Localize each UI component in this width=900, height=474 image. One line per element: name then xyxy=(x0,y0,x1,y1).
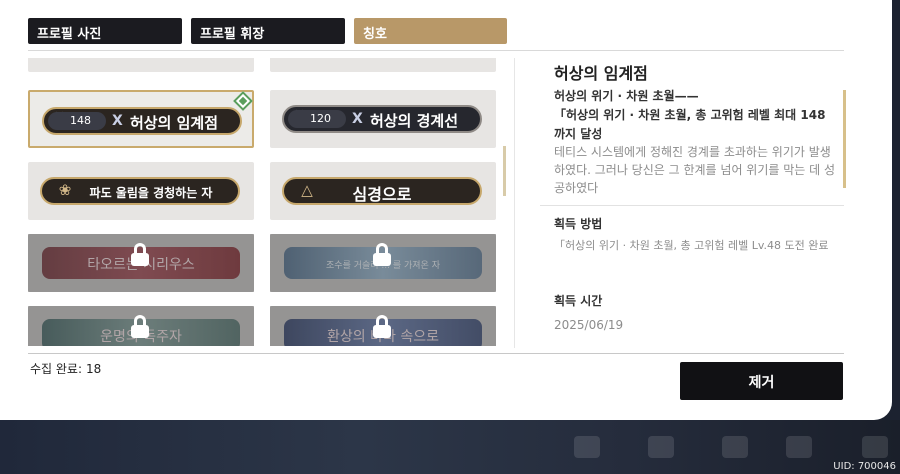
compass-icon[interactable] xyxy=(648,436,674,458)
title-name: 파도 울림을 경청하는 자 xyxy=(89,186,213,200)
title-name: 허상의 임계점 xyxy=(130,114,219,132)
divider xyxy=(28,50,844,51)
title-badge: △ 심경으로 xyxy=(282,177,482,205)
lock-icon xyxy=(131,315,149,338)
title-name: 심경으로 xyxy=(352,185,412,204)
tab-profile-emblem[interactable]: 프로필 휘장 xyxy=(191,18,345,44)
lock-icon xyxy=(373,315,391,338)
time-value: 2025/06/19 xyxy=(554,318,624,332)
tab-profile-photo[interactable]: 프로필 사진 xyxy=(28,18,182,44)
lock-icon xyxy=(373,243,391,266)
title-level: 120 xyxy=(288,110,346,128)
detail-source-line: 「허상의 위기 · 차원 초월, 총 고위험 레벨 최대 148까지 달성 xyxy=(554,108,826,141)
detail-accent-bar xyxy=(843,90,846,188)
box-icon[interactable] xyxy=(786,436,812,458)
obtain-heading: 획득 방법 xyxy=(554,217,603,231)
title-card[interactable] xyxy=(28,58,254,72)
detail-description: 테티스 시스템에게 정해진 경계를 초과하는 위기가 발생하였다. 그러나 당신… xyxy=(554,145,836,195)
title-card[interactable] xyxy=(270,58,496,72)
title-card[interactable]: △ 심경으로 xyxy=(270,162,496,220)
gear-icon[interactable] xyxy=(862,436,888,458)
time-heading: 획득 시간 xyxy=(554,294,603,308)
title-grid: ✦✦ 148 Ⅹ 허상의 임계점 ✦✦ 120 Ⅹ 허상의 경계선 ❀ 파도 울… xyxy=(28,58,496,346)
dimension-icon: Ⅹ xyxy=(112,113,123,129)
title-card-locked[interactable]: 타오르는 시리우스 xyxy=(28,234,254,292)
tab-titles[interactable]: 칭호 xyxy=(354,18,507,44)
mail-icon[interactable] xyxy=(574,436,600,458)
title-level: 148 xyxy=(48,112,106,130)
dimension-icon: Ⅹ xyxy=(352,111,363,127)
detail-source-line: 허상의 위기 · 차원 초월—— xyxy=(554,89,699,103)
title-card-selected[interactable]: ✦✦ 148 Ⅹ 허상의 임계점 xyxy=(28,90,254,148)
divider xyxy=(514,58,515,348)
detail-source: 허상의 위기 · 차원 초월—— 「허상의 위기 · 차원 초월, 총 고위험 … xyxy=(554,87,834,144)
profile-panel: 프로필 사진 프로필 휘장 칭호 ✦✦ 148 Ⅹ 허상의 임계점 ✦✦ 120… xyxy=(0,0,892,420)
collection-count-value: 18 xyxy=(86,362,102,376)
obtain-value: 「허상의 위기 · 차원 초월, 총 고위험 레벨 Lv.48 도전 완료 xyxy=(554,239,829,252)
title-badge: ✦✦ 120 Ⅹ 허상의 경계선 xyxy=(282,105,482,133)
divider xyxy=(540,205,844,206)
detail-title: 허상의 임계점 xyxy=(554,64,648,83)
lock-icon xyxy=(131,243,149,266)
remove-button[interactable]: 제거 xyxy=(680,362,843,400)
collection-count-label: 수집 완료: xyxy=(30,362,83,376)
divider xyxy=(28,353,844,354)
title-name: 허상의 경계선 xyxy=(370,112,459,130)
equipped-check-icon xyxy=(233,91,253,111)
grid-scrollbar[interactable] xyxy=(503,146,506,196)
title-badge: ✦✦ 148 Ⅹ 허상의 임계점 xyxy=(42,107,242,135)
title-card-locked[interactable]: 조수를 거슬러 ... 를 가져온 자 xyxy=(270,234,496,292)
collection-count: 수집 완료: 18 xyxy=(30,360,101,377)
title-card[interactable]: ✦✦ 120 Ⅹ 허상의 경계선 xyxy=(270,90,496,148)
title-badge: ❀ 파도 울림을 경청하는 자 xyxy=(40,177,240,205)
background-strip xyxy=(0,420,900,474)
title-card-locked[interactable]: 환상의 바다 속으로 xyxy=(270,306,496,346)
title-card-locked[interactable]: 운명의 독주자 xyxy=(28,306,254,346)
phone-icon[interactable] xyxy=(722,436,748,458)
title-card[interactable]: ❀ 파도 울림을 경청하는 자 xyxy=(28,162,254,220)
uid-label: UID: 700046 xyxy=(833,461,896,472)
